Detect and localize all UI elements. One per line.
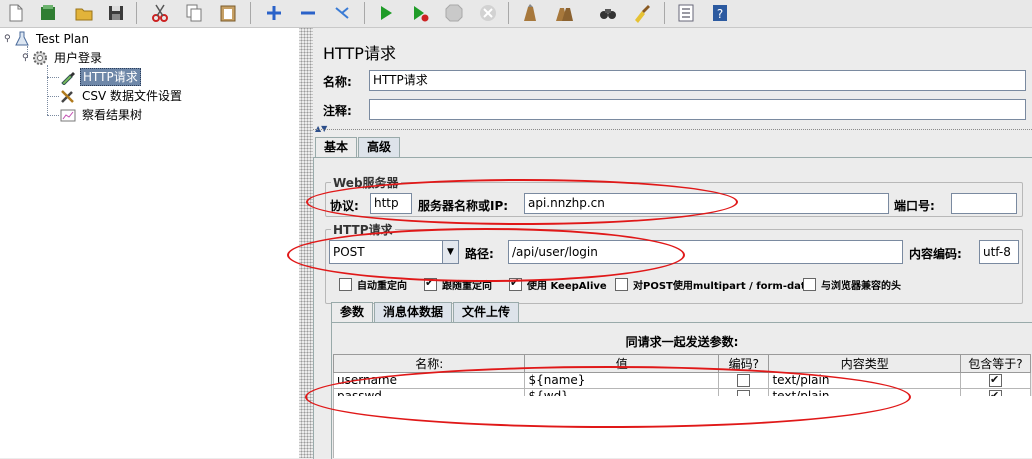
port-input[interactable] [951, 193, 1017, 214]
encoding-label: 内容编码: [909, 247, 962, 261]
tree-label: HTTP请求 [80, 68, 141, 86]
option-browser-headers[interactable]: 与浏览器兼容的头 [803, 277, 901, 292]
checkbox[interactable] [803, 278, 816, 291]
protocol-label: 协议: [330, 199, 359, 213]
expand-toggle-icon[interactable]: ⚲ [22, 53, 32, 63]
params-heading: 同请求一起发送参数: [625, 335, 739, 349]
new-icon[interactable] [4, 2, 28, 24]
test-plan-tree: ⚲ Test Plan ⚲ 用户登录 HTTP请求 CSV 数据文件设置 察看结… [0, 28, 299, 458]
tree-node-results-tree[interactable]: 察看结果树 [60, 106, 144, 124]
option-auto-redirect[interactable]: 自动重定向 [339, 277, 407, 292]
column-header[interactable]: 内容类型 [768, 354, 961, 373]
port-label: 端口号: [894, 199, 935, 213]
table-header: 名称: 值 编码? 内容类型 包含等于? [332, 354, 1032, 373]
table-row[interactable]: username ${name} text/plain [332, 372, 1032, 389]
server-input[interactable]: api.nnzhp.cn [524, 193, 889, 214]
toggle-icon[interactable] [330, 2, 354, 24]
include-equals-checkbox[interactable] [959, 372, 1032, 389]
protocol-input[interactable]: http [370, 193, 412, 214]
options-row: 自动重定向 跟随重定向 使用 KeepAlive 对POST使用multipar… [313, 276, 1032, 292]
page-title: HTTP请求 [323, 44, 396, 63]
option-follow-redirect[interactable]: 跟随重定向 [424, 276, 492, 292]
chart-icon [60, 109, 76, 122]
column-header[interactable]: 包含等于? [959, 354, 1032, 373]
tab-body-data[interactable]: 消息体数据 [374, 302, 453, 322]
method-select[interactable]: POST [329, 240, 443, 264]
start-no-pause-icon[interactable] [408, 2, 432, 24]
encode-checkbox[interactable] [718, 372, 770, 389]
clear-all-icon[interactable] [552, 2, 576, 24]
checkbox[interactable] [615, 278, 628, 291]
sub-tabs: 参数 消息体数据 文件上传 [331, 302, 520, 322]
cut-icon[interactable] [148, 2, 172, 24]
name-label: 名称: [323, 75, 352, 89]
tree-label: Test Plan [36, 32, 89, 46]
column-header[interactable]: 编码? [718, 354, 770, 373]
stop-icon[interactable] [442, 2, 466, 24]
chevron-down-icon[interactable]: ▼ [442, 240, 459, 264]
column-header[interactable]: 名称: [332, 354, 526, 373]
checkbox[interactable] [339, 278, 352, 291]
tree-label: 察看结果树 [82, 108, 143, 122]
toolbar: ? [0, 0, 1032, 28]
help-icon[interactable]: ? [708, 2, 732, 24]
tab-file-upload[interactable]: 文件上传 [453, 302, 520, 322]
comment-label: 注释: [323, 104, 352, 118]
function-helper-icon[interactable] [674, 2, 698, 24]
http-request-panel: HTTP请求 名称: HTTP请求 注释: ▲▼ 基本 高级 Web服务器 协议… [313, 28, 1032, 459]
tree-node-thread-group[interactable]: ⚲ 用户登录 [22, 49, 104, 67]
tab-basic[interactable]: 基本 [315, 137, 358, 157]
param-value-cell[interactable]: ${name} [524, 372, 720, 389]
tree-node-http-request[interactable]: HTTP请求 [60, 68, 141, 86]
name-input[interactable]: HTTP请求 [369, 70, 1026, 91]
checkbox[interactable] [509, 276, 522, 291]
expand-icon[interactable] [262, 2, 286, 24]
server-label: 服务器名称或IP: [418, 199, 509, 213]
content-type-cell[interactable]: text/plain [768, 372, 961, 389]
encoding-input[interactable]: utf-8 [979, 240, 1019, 264]
web-server-title: Web服务器 [331, 174, 401, 191]
expand-toggle-icon[interactable]: ⚲ [4, 34, 14, 44]
param-name-cell[interactable]: username [332, 372, 526, 389]
templates-icon[interactable] [36, 2, 60, 24]
flask-icon [15, 31, 29, 46]
option-multipart[interactable]: 对POST使用multipart / form-data [615, 277, 812, 292]
save-icon[interactable] [104, 2, 128, 24]
tab-parameters[interactable]: 参数 [331, 302, 374, 322]
collapse-icon[interactable] [296, 2, 320, 24]
gear-icon [33, 51, 47, 65]
tree-label: 用户登录 [54, 51, 103, 65]
tree-node-csv-config[interactable]: CSV 数据文件设置 [60, 87, 184, 105]
column-header[interactable]: 值 [524, 354, 720, 373]
option-keepalive[interactable]: 使用 KeepAlive [509, 276, 607, 292]
copy-icon[interactable] [182, 2, 206, 24]
pipette-icon [61, 72, 75, 85]
http-request-title: HTTP请求 [331, 221, 395, 238]
paste-icon[interactable] [216, 2, 240, 24]
svg-text:?: ? [717, 7, 723, 21]
reset-search-icon[interactable] [630, 2, 654, 24]
comment-input[interactable] [369, 99, 1026, 120]
path-label: 路径: [465, 247, 494, 261]
tools-icon [61, 90, 74, 103]
path-input[interactable]: /api/user/login [508, 240, 903, 264]
tree-node-test-plan[interactable]: ⚲ Test Plan [4, 30, 91, 48]
tree-label: CSV 数据文件设置 [82, 89, 183, 103]
clear-icon[interactable] [518, 2, 542, 24]
shutdown-icon[interactable] [476, 2, 500, 24]
checkbox[interactable] [424, 276, 437, 291]
start-icon[interactable] [374, 2, 398, 24]
panel-splitter[interactable] [299, 28, 313, 458]
main-tabs: 基本 高级 [315, 137, 401, 157]
search-icon[interactable] [596, 2, 620, 24]
tab-advanced[interactable]: 高级 [358, 137, 401, 157]
open-icon[interactable] [72, 2, 96, 24]
